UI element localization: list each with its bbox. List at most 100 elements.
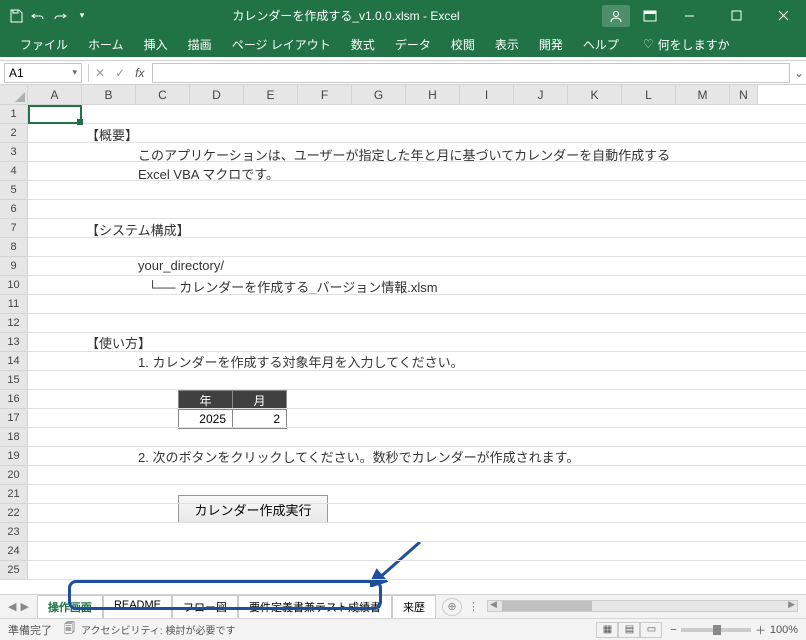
sheet-tab-4[interactable]: 来歴 [392,595,436,620]
row-header[interactable]: 7 [0,219,28,238]
row-header[interactable]: 15 [0,371,28,390]
cell-row[interactable] [28,181,806,200]
row-header[interactable]: 24 [0,542,28,561]
fx-icon[interactable]: fx [135,66,144,80]
row-header[interactable]: 6 [0,200,28,219]
ribbon-options-icon[interactable] [635,5,665,27]
row-header[interactable]: 12 [0,314,28,333]
cell-row[interactable] [28,504,806,523]
tab-file[interactable]: ファイル [10,32,78,57]
row-header[interactable]: 13 [0,333,28,352]
cell-row[interactable] [28,523,806,542]
scroll-right-icon[interactable]: ▶ [788,599,795,610]
row-header[interactable]: 16 [0,390,28,409]
tab-nav-next[interactable]: ▶ [20,600,28,613]
col-header-G[interactable]: G [352,85,406,104]
row-header[interactable]: 8 [0,238,28,257]
sheet-tab-3[interactable]: 要件定義書兼テスト成績書 [238,595,392,620]
col-header-M[interactable]: M [676,85,730,104]
cell-row[interactable] [28,409,806,428]
sheet-tab-2[interactable]: フロー図 [172,595,238,620]
horizontal-scrollbar[interactable]: ◀ ▶ [487,600,798,614]
cell-row[interactable] [28,257,806,276]
cell-row[interactable] [28,124,806,143]
col-header-F[interactable]: F [298,85,352,104]
cell-row[interactable] [28,314,806,333]
maximize-button[interactable] [713,0,759,31]
cell-row[interactable] [28,485,806,504]
col-header-E[interactable]: E [244,85,298,104]
col-header-J[interactable]: J [514,85,568,104]
cell-row[interactable] [28,276,806,295]
row-header[interactable]: 18 [0,428,28,447]
col-header-H[interactable]: H [406,85,460,104]
tab-layout[interactable]: ページ レイアウト [222,32,341,57]
zoom-in-button[interactable]: ＋ [755,622,766,638]
tab-nav-prev[interactable]: ◀ [8,600,16,613]
tab-view[interactable]: 表示 [485,32,529,57]
sheet-tab-0[interactable]: 操作画面 [37,595,103,620]
cell-row[interactable] [28,238,806,257]
zoom-level[interactable]: 100% [770,624,798,636]
col-header-C[interactable]: C [136,85,190,104]
scroll-thumb[interactable] [502,601,592,611]
row-header[interactable]: 20 [0,466,28,485]
view-layout-icon[interactable]: ▤ [618,622,640,638]
col-header-L[interactable]: L [622,85,676,104]
row-header[interactable]: 4 [0,162,28,181]
view-break-icon[interactable]: ▭ [640,622,662,638]
cell-row[interactable] [28,447,806,466]
cell-row[interactable] [28,466,806,485]
col-header-I[interactable]: I [460,85,514,104]
col-header-A[interactable]: A [28,85,82,104]
cell-row[interactable] [28,105,806,124]
chevron-down-icon[interactable]: ▾ [72,67,77,78]
account-icon[interactable] [602,5,630,27]
tab-dev[interactable]: 開発 [529,32,573,57]
status-accessibility[interactable]: アクセシビリティ: 検討が必要です [81,622,235,637]
cell-row[interactable] [28,333,806,352]
row-header[interactable]: 21 [0,485,28,504]
row-header[interactable]: 17 [0,409,28,428]
cell-row[interactable] [28,295,806,314]
row-header[interactable]: 11 [0,295,28,314]
tab-formula[interactable]: 数式 [341,32,385,57]
close-button[interactable] [760,0,806,31]
row-header[interactable]: 25 [0,561,28,580]
new-sheet-button[interactable]: ⊕ [442,598,462,616]
row-header[interactable]: 5 [0,181,28,200]
cell-row[interactable] [28,162,806,181]
row-header[interactable]: 2 [0,124,28,143]
zoom-out-button[interactable]: − [670,624,676,636]
row-header[interactable]: 9 [0,257,28,276]
qa-dropdown-icon[interactable]: ▾ [74,8,90,24]
tab-review[interactable]: 校閲 [441,32,485,57]
row-header[interactable]: 14 [0,352,28,371]
col-header-B[interactable]: B [82,85,136,104]
scroll-left-icon[interactable]: ◀ [490,599,497,610]
cell-row[interactable] [28,428,806,447]
tab-data[interactable]: データ [385,32,441,57]
cell-row[interactable] [28,542,806,561]
row-header[interactable]: 22 [0,504,28,523]
view-normal-icon[interactable]: ▦ [596,622,618,638]
tab-home[interactable]: ホーム [78,32,134,57]
row-header[interactable]: 19 [0,447,28,466]
tell-me[interactable]: 何をしますか [633,32,740,57]
zoom-slider[interactable] [681,628,751,632]
row-header[interactable]: 1 [0,105,28,124]
name-box[interactable]: A1▾ [4,63,82,83]
save-icon[interactable] [8,8,24,24]
cell-row[interactable] [28,200,806,219]
row-header[interactable]: 23 [0,523,28,542]
col-header-N[interactable]: N [730,85,758,104]
formula-expand-icon[interactable]: ⌄ [794,66,806,80]
col-header-K[interactable]: K [568,85,622,104]
undo-icon[interactable] [30,8,46,24]
redo-icon[interactable] [52,8,68,24]
cell-row[interactable] [28,219,806,238]
select-all-corner[interactable] [0,85,28,104]
cell-row[interactable] [28,561,806,580]
tab-draw[interactable]: 描画 [178,32,222,57]
tab-help[interactable]: ヘルプ [573,32,629,57]
